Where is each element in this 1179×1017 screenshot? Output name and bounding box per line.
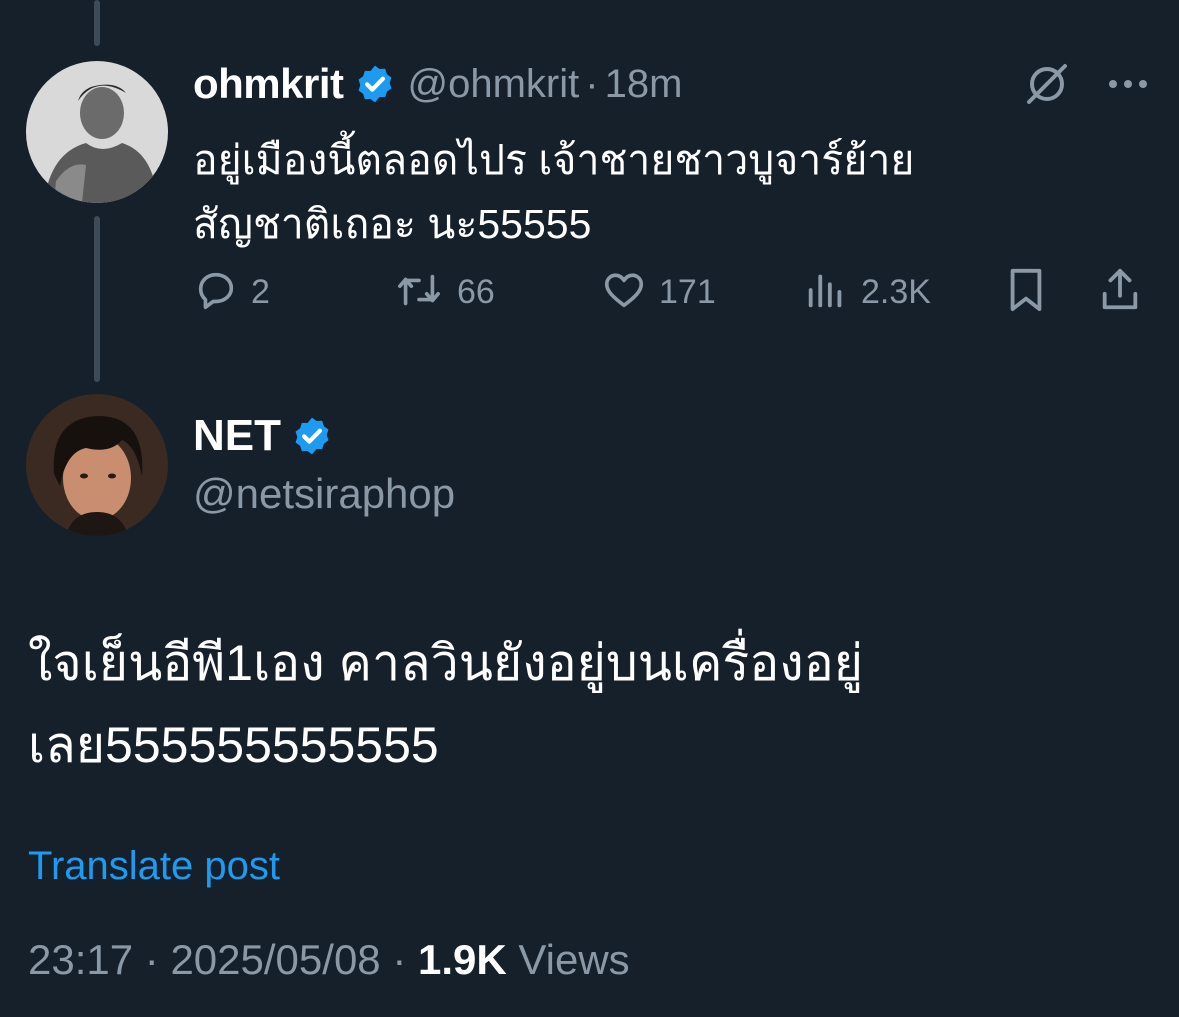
- separator-dot: ·: [585, 61, 599, 106]
- avatar[interactable]: [26, 394, 168, 536]
- main-post-header: NET: [193, 408, 345, 464]
- post-time[interactable]: 18m: [605, 62, 683, 107]
- reply-count: 2: [251, 272, 270, 311]
- more-icon[interactable]: [1107, 78, 1149, 90]
- main-post-text: ใจเย็นอีพี1เอง คาลวินยังอยู่บนเครื่องอยู…: [28, 622, 1148, 786]
- avatar[interactable]: [26, 61, 168, 203]
- bookmark-button[interactable]: [1003, 262, 1049, 322]
- like-count: 171: [659, 272, 716, 311]
- post-text-line: ใจเย็นอีพี1เอง คาลวินยังอยู่บนเครื่องอยู…: [28, 635, 864, 691]
- verified-badge-icon: [354, 63, 396, 105]
- parent-post-text: อยู่เมืองนี้ตลอดไปร เจ้าชายชาวบูจาร์ย้าย…: [193, 128, 1053, 256]
- like-button[interactable]: 171: [601, 262, 716, 322]
- handle[interactable]: @netsiraphop: [193, 470, 455, 518]
- views-button[interactable]: 2.3K: [803, 262, 931, 322]
- thread-line-top: [94, 0, 100, 46]
- heart-icon: [601, 267, 647, 318]
- view-count: 2.3K: [861, 272, 931, 311]
- display-name[interactable]: NET: [193, 411, 281, 461]
- views-count: 1.9K: [418, 936, 507, 983]
- translate-post-link[interactable]: Translate post: [28, 844, 280, 889]
- display-name[interactable]: ohmkrit: [193, 60, 344, 108]
- post-time[interactable]: 23:17: [28, 936, 133, 983]
- share-icon: [1097, 265, 1143, 320]
- verified-badge-icon: [291, 415, 333, 457]
- post-menu: [1023, 60, 1149, 108]
- post-meta: 23:17 · 2025/05/08 · 1.9K Views: [28, 936, 630, 984]
- post-text-line: สัญชาติเถอะ นะ55555: [193, 201, 592, 247]
- share-button[interactable]: [1097, 262, 1143, 322]
- separator-dot: ·: [392, 936, 407, 983]
- repost-button[interactable]: 66: [393, 262, 495, 322]
- thread-line: [94, 216, 100, 382]
- grok-icon[interactable]: [1023, 60, 1071, 108]
- repost-icon: [393, 267, 445, 318]
- handle[interactable]: @ohmkrit: [408, 62, 580, 107]
- separator-dot: ·: [144, 936, 159, 983]
- parent-post-header: ohmkrit @ohmkrit · 18m: [193, 56, 682, 112]
- reply-button[interactable]: 2: [193, 262, 270, 322]
- reply-icon: [193, 267, 239, 318]
- views-label: Views: [518, 936, 630, 983]
- action-bar: 2 66 171 2.3K: [193, 262, 1149, 322]
- post-date[interactable]: 2025/05/08: [170, 936, 380, 983]
- post-text-line: เลย555555555555: [28, 717, 439, 773]
- bookmark-icon: [1003, 265, 1049, 320]
- repost-count: 66: [457, 272, 495, 311]
- post-text-line: อยู่เมืองนี้ตลอดไปร เจ้าชายชาวบูจาร์ย้าย: [193, 137, 915, 183]
- analytics-icon: [803, 267, 849, 318]
